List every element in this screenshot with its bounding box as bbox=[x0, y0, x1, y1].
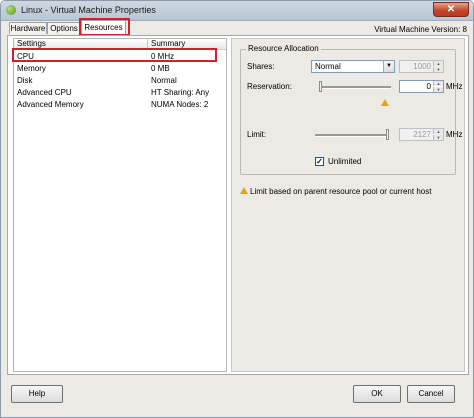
setting-name: Memory bbox=[17, 64, 46, 73]
spin-up-icon: ▲ bbox=[433, 129, 443, 134]
settings-row-advanced-memory[interactable]: Advanced Memory NUMA Nodes: 2 bbox=[14, 99, 226, 111]
group-title: Resource Allocation bbox=[246, 44, 321, 54]
window-title: Linux - Virtual Machine Properties bbox=[21, 5, 156, 15]
limit-warning-text: Limit based on parent resource pool or c… bbox=[250, 187, 432, 196]
vm-properties-window: Linux - Virtual Machine Properties ✕ Har… bbox=[0, 0, 474, 418]
tab-label: Options bbox=[50, 24, 78, 33]
limit-value: 2127 bbox=[413, 130, 431, 139]
help-button[interactable]: Help bbox=[11, 385, 63, 403]
setting-name: Disk bbox=[17, 76, 33, 85]
shares-label: Shares: bbox=[247, 62, 275, 71]
reservation-label: Reservation: bbox=[247, 82, 292, 91]
limit-slider-track[interactable] bbox=[315, 134, 389, 137]
close-icon: ✕ bbox=[446, 4, 456, 15]
title-bar[interactable]: Linux - Virtual Machine Properties ✕ bbox=[1, 1, 473, 21]
shares-select[interactable]: Normal ▼ bbox=[311, 60, 395, 73]
resources-tab-highlight bbox=[79, 18, 130, 36]
warning-icon bbox=[240, 187, 248, 194]
setting-summary: Normal bbox=[151, 76, 177, 85]
shares-value-field: 1000 ▲ ▼ bbox=[399, 60, 444, 73]
reservation-slider-track[interactable] bbox=[321, 86, 391, 89]
spin-down-icon[interactable]: ▼ bbox=[433, 87, 443, 92]
warning-icon bbox=[381, 99, 389, 106]
tab-content: Settings Summary CPU 0 MHz Memory 0 MB D… bbox=[7, 35, 469, 375]
settings-row-disk[interactable]: Disk Normal bbox=[14, 75, 226, 87]
ok-button-label: OK bbox=[371, 389, 383, 398]
shares-value: 1000 bbox=[413, 62, 431, 71]
close-button[interactable]: ✕ bbox=[433, 2, 469, 17]
setting-summary: HT Sharing: Any bbox=[151, 88, 210, 97]
vm-app-icon bbox=[6, 5, 16, 15]
cpu-row-highlight bbox=[12, 48, 217, 62]
settings-row-advanced-cpu[interactable]: Advanced CPU HT Sharing: Any bbox=[14, 87, 226, 99]
vm-version-label: Virtual Machine Version: 8 bbox=[374, 25, 467, 34]
tab-label: Hardware bbox=[10, 24, 46, 33]
help-button-label: Help bbox=[28, 389, 46, 398]
resource-allocation-group: Resource Allocation Shares: Normal ▼ 100… bbox=[240, 44, 462, 175]
spin-down-icon: ▼ bbox=[433, 135, 443, 140]
spin-down-icon: ▼ bbox=[433, 67, 443, 72]
checkmark-icon: ✓ bbox=[316, 157, 323, 166]
reservation-slider-thumb[interactable] bbox=[319, 81, 322, 92]
column-header-summary[interactable]: Summary bbox=[151, 40, 185, 48]
spin-up-icon[interactable]: ▲ bbox=[433, 81, 443, 86]
reservation-value: 0 bbox=[426, 82, 431, 91]
spin-up-icon: ▲ bbox=[433, 61, 443, 66]
limit-unit: MHz bbox=[446, 130, 463, 139]
resource-panel: Resource Allocation Shares: Normal ▼ 100… bbox=[231, 38, 465, 372]
setting-name: Advanced CPU bbox=[17, 88, 72, 97]
cancel-button-label: Cancel bbox=[418, 389, 444, 398]
tab-hardware[interactable]: Hardware bbox=[9, 22, 47, 34]
settings-row-memory[interactable]: Memory 0 MB bbox=[14, 63, 226, 75]
limit-value-field: 2127 ▲ ▼ bbox=[399, 128, 444, 141]
limit-label: Limit: bbox=[247, 130, 267, 139]
unlimited-checkbox[interactable]: ✓ bbox=[315, 157, 324, 166]
unlimited-label[interactable]: Unlimited bbox=[328, 157, 361, 167]
chevron-down-icon[interactable]: ▼ bbox=[383, 61, 394, 72]
cancel-button[interactable]: Cancel bbox=[407, 385, 455, 403]
reservation-unit: MHz bbox=[446, 82, 463, 91]
setting-summary: 0 MB bbox=[151, 64, 170, 73]
shares-selected-value: Normal bbox=[315, 62, 341, 71]
column-header-settings[interactable]: Settings bbox=[17, 40, 46, 48]
setting-summary: NUMA Nodes: 2 bbox=[151, 100, 209, 109]
tab-options[interactable]: Options bbox=[47, 22, 81, 34]
settings-list: Settings Summary CPU 0 MHz Memory 0 MB D… bbox=[13, 38, 227, 372]
ok-button[interactable]: OK bbox=[353, 385, 401, 403]
reservation-input[interactable]: 0 ▲ ▼ bbox=[399, 80, 444, 93]
setting-name: Advanced Memory bbox=[17, 100, 84, 109]
limit-slider-thumb[interactable] bbox=[386, 129, 389, 140]
